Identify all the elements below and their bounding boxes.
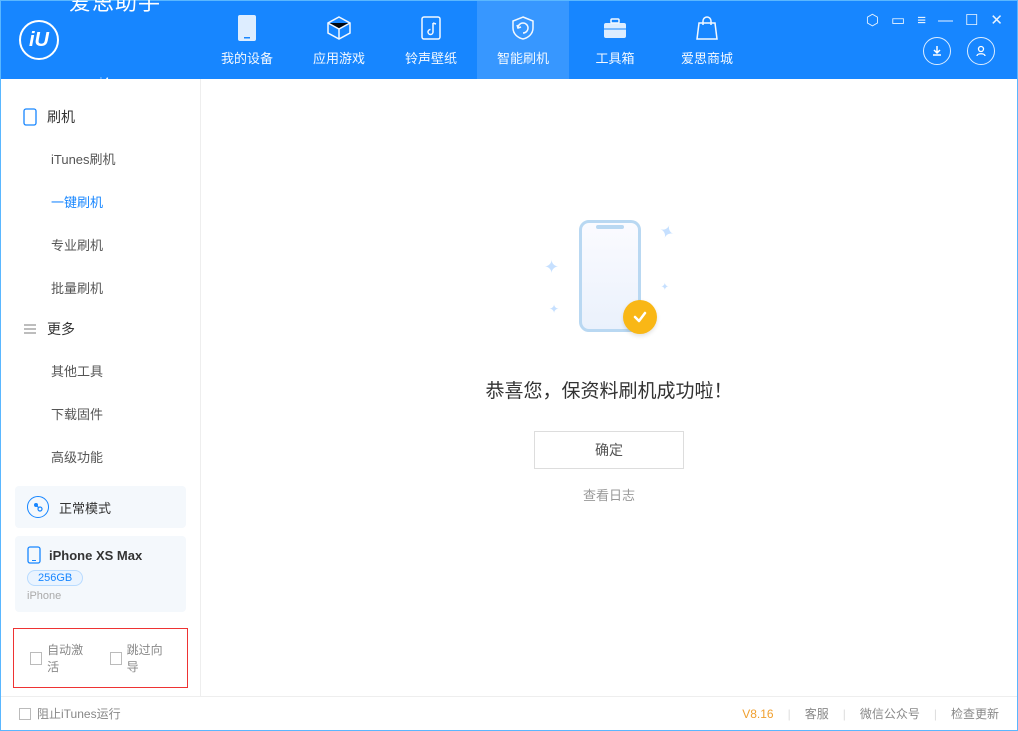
sidebar-item-pro[interactable]: 专业刷机 (1, 223, 200, 266)
device-capacity: 256GB (27, 570, 83, 586)
maximize-button[interactable]: ☐ (965, 11, 978, 29)
menu-icon[interactable]: ≡ (917, 12, 926, 29)
refresh-shield-icon (509, 14, 537, 42)
sidebar: 刷机 iTunes刷机 一键刷机 专业刷机 批量刷机 更多 其他工具 下载固件 … (1, 79, 201, 696)
header: iU 爱思助手 www.i4.cn 我的设备 应用游戏 铃声壁纸 智能刷机 (1, 1, 1017, 79)
success-message: 恭喜您，保资料刷机成功啦！ (485, 376, 732, 403)
sparkle-icon: ✦ (549, 302, 559, 316)
app-url: www.i4.cn (69, 76, 161, 89)
app-window: iU 爱思助手 www.i4.cn 我的设备 应用游戏 铃声壁纸 智能刷机 (1, 1, 1017, 730)
bag-icon (693, 14, 721, 42)
success-illustration: ✦ ✦ ✦ ✦ (549, 212, 669, 352)
sidebar-group-flash: 刷机 (1, 97, 200, 137)
skip-guide-checkbox[interactable]: 跳过向导 (110, 641, 172, 675)
nav-tabs: 我的设备 应用游戏 铃声壁纸 智能刷机 工具箱 爱思商城 (201, 1, 753, 79)
device-mode[interactable]: 正常模式 (15, 486, 186, 528)
minimize-button[interactable]: — (938, 12, 953, 29)
tab-toolbox[interactable]: 工具箱 (569, 1, 661, 79)
device-icon (27, 546, 41, 564)
tab-store[interactable]: 爱思商城 (661, 1, 753, 79)
ok-button[interactable]: 确定 (534, 431, 684, 469)
sidebar-item-batch[interactable]: 批量刷机 (1, 266, 200, 309)
download-button[interactable] (923, 37, 951, 65)
wechat-link[interactable]: 微信公众号 (860, 705, 920, 722)
device-type: iPhone (27, 590, 174, 602)
music-icon (417, 14, 445, 42)
sidebar-item-itunes[interactable]: iTunes刷机 (1, 137, 200, 180)
success-badge-icon (623, 300, 657, 334)
note-icon[interactable]: ▭ (891, 11, 905, 29)
body: 刷机 iTunes刷机 一键刷机 专业刷机 批量刷机 更多 其他工具 下载固件 … (1, 79, 1017, 696)
tab-apps[interactable]: 应用游戏 (293, 1, 385, 79)
sidebar-group-more: 更多 (1, 309, 200, 349)
briefcase-icon (601, 14, 629, 42)
shirt-icon[interactable]: ⬡ (866, 11, 879, 29)
user-button[interactable] (967, 37, 995, 65)
sparkle-icon: ✦ (656, 220, 677, 245)
sidebar-item-download[interactable]: 下载固件 (1, 392, 200, 435)
logo-icon: iU (19, 20, 59, 60)
phone-outline-icon (23, 108, 37, 126)
cube-icon (325, 14, 353, 42)
app-name: 爱思助手 (69, 0, 161, 76)
mode-label: 正常模式 (59, 498, 111, 517)
device-info[interactable]: iPhone XS Max 256GB iPhone (15, 536, 186, 612)
stop-itunes-checkbox[interactable]: 阻止iTunes运行 (19, 705, 121, 722)
mode-icon (27, 496, 49, 518)
sidebar-item-advanced[interactable]: 高级功能 (1, 435, 200, 478)
list-icon (23, 322, 37, 336)
main-content: ✦ ✦ ✦ ✦ 恭喜您，保资料刷机成功啦！ 确定 查看日志 (201, 79, 1017, 696)
header-actions (923, 37, 995, 65)
view-log-link[interactable]: 查看日志 (583, 485, 635, 504)
sparkle-icon: ✦ (544, 257, 559, 278)
checkbox-row: 自动激活 跳过向导 (13, 628, 188, 688)
footer: 阻止iTunes运行 V8.16 | 客服 | 微信公众号 | 检查更新 (1, 696, 1017, 730)
close-button[interactable]: ✕ (990, 11, 1003, 29)
tab-device[interactable]: 我的设备 (201, 1, 293, 79)
sidebar-item-other[interactable]: 其他工具 (1, 349, 200, 392)
auto-activate-checkbox[interactable]: 自动激活 (30, 641, 92, 675)
tab-flash[interactable]: 智能刷机 (477, 1, 569, 79)
window-controls: ⬡ ▭ ≡ — ☐ ✕ (866, 11, 1003, 29)
update-link[interactable]: 检查更新 (951, 705, 999, 722)
phone-icon (233, 14, 261, 42)
version-label: V8.16 (742, 707, 773, 721)
sparkle-icon: ✦ (661, 282, 669, 293)
sidebar-item-onekey[interactable]: 一键刷机 (1, 180, 200, 223)
service-link[interactable]: 客服 (805, 705, 829, 722)
device-name: iPhone XS Max (49, 548, 142, 563)
tab-ring[interactable]: 铃声壁纸 (385, 1, 477, 79)
logo: iU 爱思助手 www.i4.cn (1, 0, 201, 89)
